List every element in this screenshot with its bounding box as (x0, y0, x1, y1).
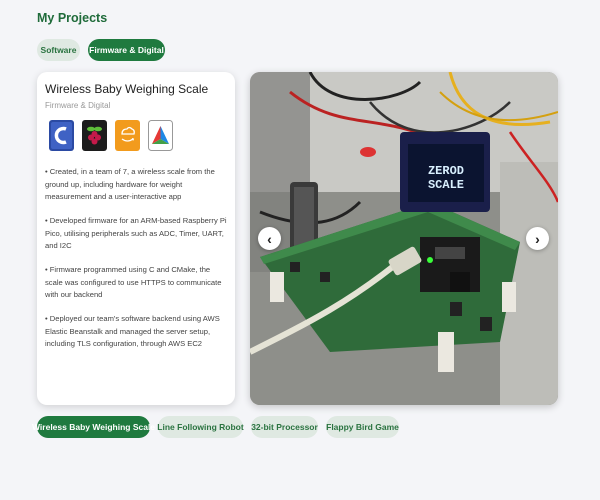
gallery-next-button[interactable]: › (526, 227, 549, 250)
aws-icon (115, 119, 140, 152)
bullet-item: • Created, in a team of 7, a wireless sc… (45, 167, 215, 201)
oled-text-line-2: SCALE (428, 178, 464, 192)
project-tab-flappy-bird-game[interactable]: Flappy Bird Game (326, 416, 399, 438)
project-tab-32-bit-processor[interactable]: 32-bit Processor (251, 416, 318, 438)
bullet-item: • Deployed our team's software backend u… (45, 314, 220, 348)
gallery-prev-button[interactable]: ‹ (258, 227, 281, 250)
cmake-icon (148, 119, 173, 152)
category-tab-software[interactable]: Software (37, 39, 80, 61)
bullet-item: • Developed firmware for an ARM-based Ra… (45, 216, 227, 250)
project-subtitle: Firmware & Digital (45, 101, 111, 110)
bullet-item: • Firmware programmed using C and CMake,… (45, 265, 222, 299)
project-tab-line-following-robot[interactable]: Line Following Robot (157, 416, 244, 438)
project-photo: ZEROD SCALE (250, 72, 558, 405)
category-tab-firmware-digital[interactable]: Firmware & Digital (88, 39, 165, 61)
project-description: • Created, in a team of 7, a wireless sc… (45, 166, 229, 362)
c-language-icon (49, 119, 74, 152)
tech-icons (49, 119, 173, 152)
project-tab-wireless-baby-weighing-scale[interactable]: Wireless Baby Weighing Scale (32, 416, 155, 438)
page-title: My Projects (37, 11, 108, 25)
oled-text-line-1: ZEROD (428, 164, 464, 178)
project-title: Wireless Baby Weighing Scale (45, 82, 209, 96)
project-card: Wireless Baby Weighing Scale Firmware & … (37, 72, 235, 405)
raspberry-pi-icon (82, 119, 107, 152)
